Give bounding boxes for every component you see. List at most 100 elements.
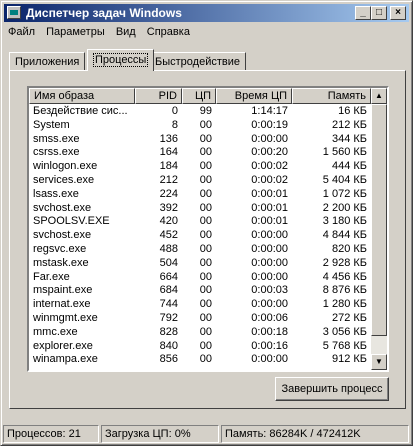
status-cpu-usage: Загрузка ЦП: 0%: [101, 425, 219, 443]
cell-cpu-time: 0:00:00: [251, 132, 288, 145]
process-list[interactable]: Имя образа PID ЦП Время ЦП Память Бездей…: [27, 86, 389, 372]
cell-pid: 212: [159, 174, 178, 186]
cell-memory: 5 768 КБ: [322, 339, 367, 352]
process-row[interactable]: winlogon.exe 184 00 0:00:02 444 КБ: [29, 160, 371, 173]
cell-cpu-time: 0:00:19: [251, 118, 288, 131]
menu-view[interactable]: Вид: [112, 24, 140, 40]
process-row[interactable]: mstask.exe 504 00 0:00:00 2 928 КБ: [29, 257, 371, 270]
cell-cpu: 99: [199, 105, 212, 117]
cell-cpu: 00: [199, 256, 212, 269]
task-manager-app-icon: [7, 6, 21, 19]
process-row[interactable]: winampa.exe 856 00 0:00:00 912 КБ: [29, 353, 371, 366]
status-memory-usage: Память: 86284K / 472412K: [221, 425, 409, 443]
cell-cpu-time: 0:00:01: [251, 187, 288, 200]
maximize-button[interactable]: □: [371, 6, 387, 20]
process-row[interactable]: mspaint.exe 684 00 0:00:03 8 876 КБ: [29, 284, 371, 297]
column-pid[interactable]: PID: [135, 88, 182, 104]
cell-cpu: 00: [199, 118, 212, 131]
cell-cpu-time: 0:00:00: [251, 256, 288, 269]
cell-image-name: explorer.exe: [33, 339, 93, 352]
cell-image-name: regsvc.exe: [33, 243, 87, 255]
process-row[interactable]: svchost.exe 392 00 0:00:01 2 200 КБ: [29, 202, 371, 215]
cell-cpu-time: 0:00:20: [251, 146, 288, 159]
column-image-name[interactable]: Имя образа: [29, 88, 135, 104]
menu-file[interactable]: Файл: [4, 24, 39, 40]
scroll-down-arrow-icon[interactable]: ▼: [371, 354, 387, 370]
cell-cpu: 00: [199, 339, 212, 352]
cell-cpu-time: 0:00:02: [251, 160, 288, 173]
scroll-up-arrow-icon[interactable]: ▲: [371, 88, 387, 104]
process-row[interactable]: regsvc.exe 488 00 0:00:00 820 КБ: [29, 243, 371, 256]
process-row[interactable]: SPOOLSV.EXE 420 00 0:00:01 3 180 КБ: [29, 215, 371, 228]
cell-pid: 828: [159, 325, 178, 338]
cell-pid: 184: [159, 160, 178, 173]
cell-image-name: Бездействие сис...: [33, 105, 128, 117]
menu-options[interactable]: Параметры: [42, 24, 109, 40]
cell-memory: 4 844 КБ: [322, 229, 367, 242]
process-row[interactable]: Бездействие сис... 0 99 1:14:17 16 КБ: [29, 105, 371, 118]
cell-memory: 820 КБ: [331, 243, 367, 255]
cell-memory: 212 КБ: [331, 118, 367, 131]
cell-pid: 0: [171, 105, 178, 117]
cell-pid: 664: [159, 270, 178, 283]
cell-memory: 16 КБ: [338, 105, 367, 117]
cell-image-name: mstask.exe: [33, 256, 89, 269]
process-row[interactable]: explorer.exe 840 00 0:00:16 5 768 КБ: [29, 340, 371, 353]
cell-pid: 856: [159, 353, 178, 366]
process-row[interactable]: internat.exe 744 00 0:00:00 1 280 КБ: [29, 298, 371, 311]
tab-processes-label: Процессы: [93, 53, 149, 67]
process-row[interactable]: System 8 00 0:00:19 212 КБ: [29, 119, 371, 132]
cell-pid: 224: [159, 187, 178, 200]
tab-performance[interactable]: Быстродействие: [149, 52, 246, 70]
column-memory[interactable]: Память: [292, 88, 371, 104]
task-manager-window: Диспетчер задач Windows _ □ × Файл Парам…: [0, 0, 413, 446]
cell-cpu-time: 0:00:00: [251, 229, 288, 242]
cell-memory: 5 404 КБ: [322, 174, 367, 186]
cell-image-name: services.exe: [33, 174, 95, 186]
process-row[interactable]: csrss.exe 164 00 0:00:20 1 560 КБ: [29, 146, 371, 159]
end-process-button[interactable]: Завершить процесс: [275, 377, 389, 401]
cell-image-name: System: [33, 118, 70, 131]
process-row[interactable]: services.exe 212 00 0:00:02 5 404 КБ: [29, 174, 371, 187]
window-title: Диспетчер задач Windows: [26, 6, 182, 20]
cell-cpu-time: 0:00:18: [251, 325, 288, 338]
minimize-button[interactable]: _: [355, 6, 371, 20]
cell-image-name: Far.exe: [33, 270, 70, 283]
cell-cpu: 00: [199, 325, 212, 338]
tab-processes[interactable]: Процессы: [87, 49, 155, 71]
cell-pid: 164: [159, 146, 178, 159]
process-row[interactable]: smss.exe 136 00 0:00:00 344 КБ: [29, 133, 371, 146]
cell-image-name: svchost.exe: [33, 201, 92, 214]
column-cpu[interactable]: ЦП: [182, 88, 216, 104]
title-bar[interactable]: Диспетчер задач Windows _ □ ×: [4, 4, 409, 22]
process-row[interactable]: mmc.exe 828 00 0:00:18 3 056 КБ: [29, 326, 371, 339]
process-row[interactable]: lsass.exe 224 00 0:00:01 1 072 КБ: [29, 188, 371, 201]
cell-cpu: 00: [199, 353, 212, 366]
vertical-scrollbar[interactable]: ▲ ▼: [371, 88, 387, 370]
tab-applications[interactable]: Приложения: [9, 52, 86, 70]
cell-cpu: 00: [199, 160, 212, 173]
cell-cpu: 00: [199, 187, 212, 200]
close-button[interactable]: ×: [390, 6, 406, 20]
cell-memory: 2 928 КБ: [322, 256, 367, 269]
cell-memory: 4 456 КБ: [322, 270, 367, 283]
cell-memory: 1 072 КБ: [322, 187, 367, 200]
cell-cpu: 00: [199, 284, 212, 297]
menu-help[interactable]: Справка: [143, 24, 194, 40]
column-cpu-time[interactable]: Время ЦП: [216, 88, 292, 104]
cell-cpu-time: 0:00:00: [251, 243, 288, 255]
cell-pid: 684: [159, 284, 178, 297]
cell-image-name: internat.exe: [33, 298, 91, 311]
cell-image-name: mspaint.exe: [33, 284, 93, 297]
cell-image-name: mmc.exe: [33, 325, 78, 338]
scroll-thumb[interactable]: [371, 104, 387, 336]
process-row[interactable]: svchost.exe 452 00 0:00:00 4 844 КБ: [29, 229, 371, 242]
cell-memory: 912 КБ: [331, 353, 367, 366]
cell-image-name: winampa.exe: [33, 353, 98, 366]
cell-pid: 744: [159, 298, 178, 311]
tab-performance-label: Быстродействие: [155, 56, 240, 68]
process-row[interactable]: winmgmt.exe 792 00 0:00:06 272 КБ: [29, 312, 371, 325]
cell-cpu-time: 0:00:06: [251, 312, 288, 324]
process-row[interactable]: Far.exe 664 00 0:00:00 4 456 КБ: [29, 271, 371, 284]
cell-pid: 452: [159, 229, 178, 242]
